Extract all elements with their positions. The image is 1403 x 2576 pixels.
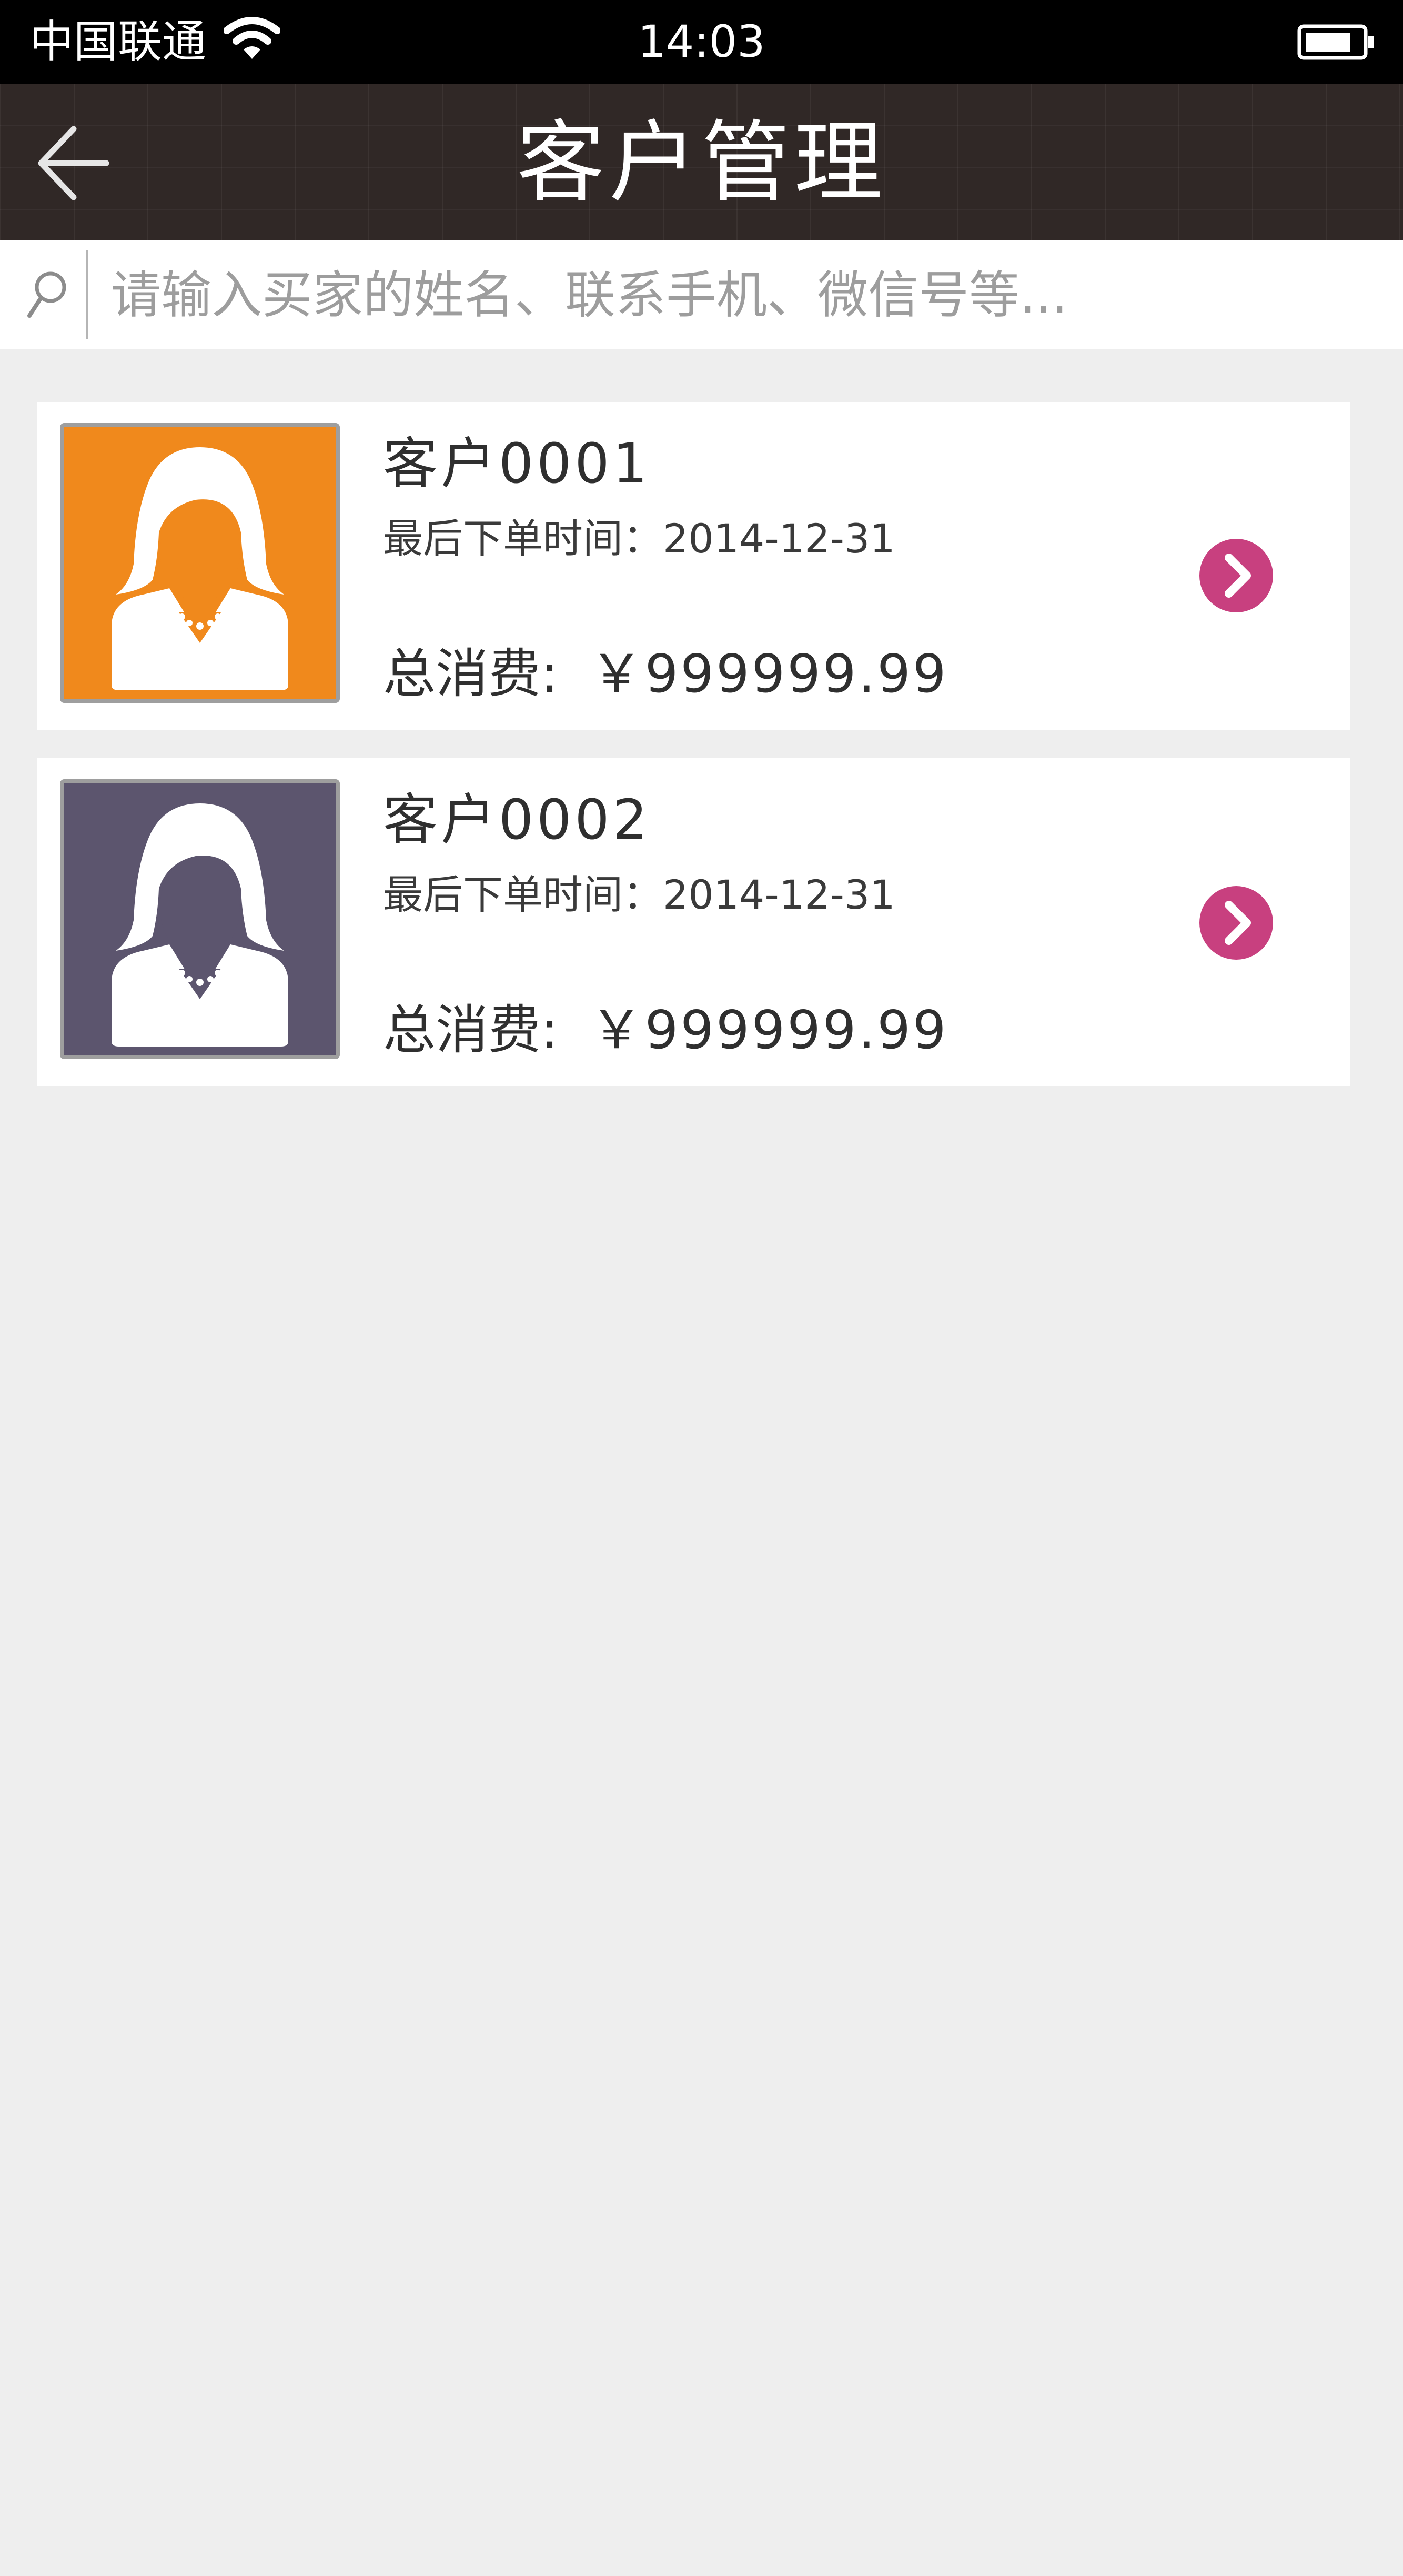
page-title: 客户管理: [516, 111, 887, 214]
last-order-label: 最后下单时间：: [383, 515, 663, 562]
status-bar: 中国联通 14:03: [0, 0, 1403, 84]
total-spend-value: ￥999999.99: [590, 999, 948, 1061]
chevron-right-icon: [1199, 539, 1273, 612]
last-order-time: 最后下单时间：2014-12-31: [383, 869, 895, 921]
total-spend-value: ￥999999.99: [590, 643, 948, 705]
female-avatar-icon: [64, 427, 336, 699]
search-divider: [86, 250, 88, 339]
total-spend-label: 总消费:: [383, 643, 559, 705]
customer-detail-button[interactable]: [1199, 886, 1273, 960]
customer-name: 客户0002: [383, 788, 651, 852]
status-time: 14:03: [638, 16, 765, 67]
chevron-right-icon: [1199, 886, 1273, 960]
last-order-date: 2014-12-31: [663, 515, 895, 562]
female-avatar-icon: [64, 783, 336, 1055]
nav-bar: 客户管理: [0, 84, 1403, 240]
total-spend: 总消费: ￥999999.99: [383, 640, 948, 708]
customer-card[interactable]: 客户0001 最后下单时间：2014-12-31 总消费: ￥999999.99: [37, 402, 1350, 730]
battery-icon: [1297, 24, 1374, 60]
customer-name: 客户0001: [383, 431, 651, 496]
search-icon: [27, 271, 66, 318]
last-order-time: 最后下单时间：2014-12-31: [383, 512, 895, 565]
avatar: [60, 779, 340, 1059]
total-spend-label: 总消费:: [383, 999, 559, 1061]
customer-detail-button[interactable]: [1199, 539, 1273, 612]
total-spend: 总消费: ￥999999.99: [383, 996, 948, 1064]
last-order-date: 2014-12-31: [663, 871, 895, 918]
search-input[interactable]: [110, 256, 1362, 335]
last-order-label: 最后下单时间：: [383, 871, 663, 918]
customer-card[interactable]: 客户0002 最后下单时间：2014-12-31 总消费: ￥999999.99: [37, 758, 1350, 1086]
avatar: [60, 423, 340, 703]
search-bar: [0, 240, 1403, 349]
